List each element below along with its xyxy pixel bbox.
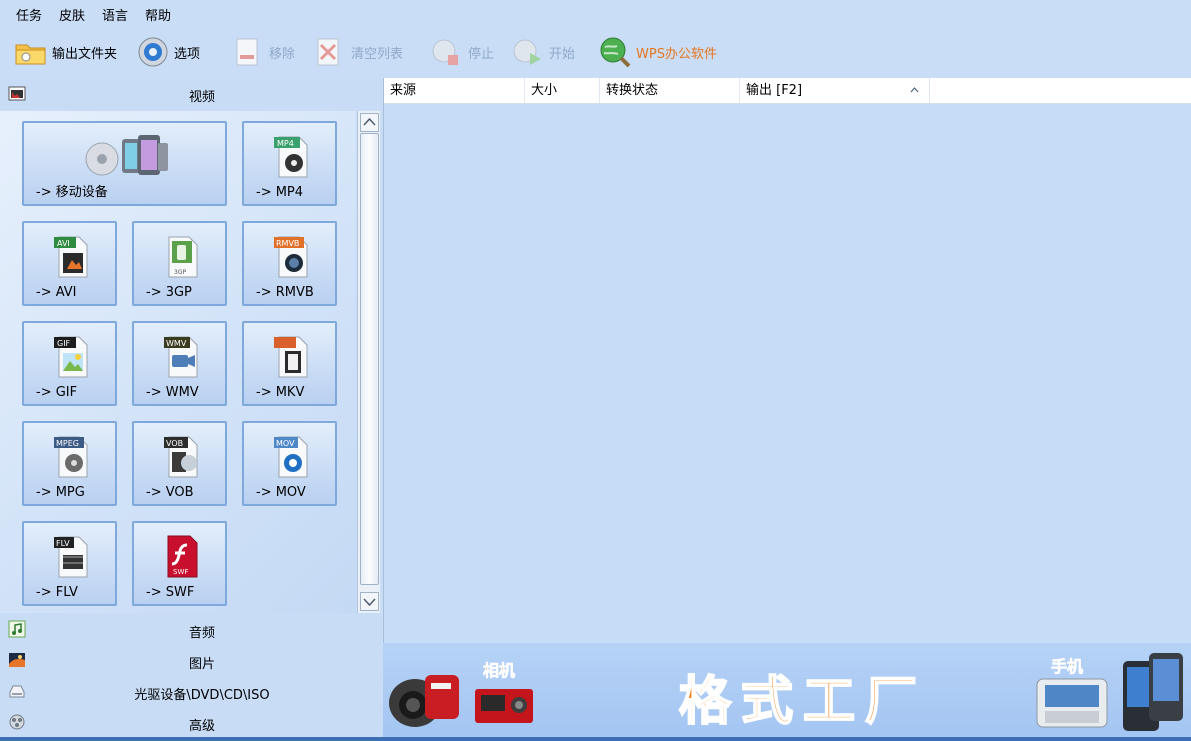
remove-icon (231, 35, 265, 69)
menu-bar: 任务 皮肤 语言 帮助 (0, 0, 1191, 26)
camcorder-icon (385, 657, 465, 737)
format-tile-gif[interactable]: GIF -> GIF (22, 321, 117, 406)
scroll-thumb[interactable] (360, 133, 379, 585)
status-bar (0, 737, 1191, 741)
format-tile-mov[interactable]: MOV -> MOV (242, 421, 337, 506)
svg-text:MP4: MP4 (277, 139, 294, 148)
toolbar: 输出文件夹 选项 移除 清空列表 停止 开始 (0, 26, 1191, 78)
app-title: 格式工厂 (679, 659, 927, 734)
rmvb-file-icon: RMVB (273, 233, 311, 279)
category-picture[interactable]: 图片 (0, 645, 380, 676)
camera-icon (473, 683, 535, 727)
video-format-grid: -> 移动设备 MP4 -> MP4 AVI -> AVI (0, 111, 356, 613)
scroll-down-arrow-icon[interactable] (360, 592, 379, 611)
menu-language[interactable]: 语言 (102, 5, 128, 24)
format-factory-banner: 相机 格式工厂 手机 (383, 643, 1191, 741)
start-button[interactable]: 开始 (511, 32, 575, 72)
wmv-file-icon: WMV (163, 333, 201, 379)
svg-text:SWF: SWF (173, 568, 188, 576)
clear-list-button[interactable]: 清空列表 (313, 32, 403, 72)
mkv-file-icon (273, 333, 311, 379)
svg-text:GIF: GIF (57, 339, 71, 348)
svg-text:3GP: 3GP (174, 269, 186, 276)
column-source[interactable]: 来源 (384, 78, 525, 103)
format-tile-3gp[interactable]: 3GP -> 3GP (132, 221, 227, 306)
start-icon (511, 35, 545, 69)
svg-text:FLV: FLV (56, 539, 70, 548)
task-table-header: 来源 大小 转换状态 输出 [F2] (384, 78, 1191, 104)
format-tile-swf[interactable]: SWF -> SWF (132, 521, 227, 606)
menu-skin[interactable]: 皮肤 (59, 5, 85, 24)
task-list-panel: 来源 大小 转换状态 输出 [F2] (383, 78, 1191, 643)
clear-list-icon (313, 35, 347, 69)
format-tile-flv[interactable]: FLV -> FLV (22, 521, 117, 606)
folder-icon (14, 35, 48, 69)
svg-text:MOV: MOV (276, 439, 295, 448)
category-disc[interactable]: 光驱设备\DVD\CD\ISO (0, 676, 380, 707)
flv-file-icon: FLV (53, 533, 91, 579)
scroll-up-arrow-icon[interactable] (360, 113, 379, 132)
mpeg-file-icon: MPEG (53, 433, 91, 479)
svg-text:WMV: WMV (166, 339, 187, 348)
stop-icon (430, 35, 464, 69)
gear-icon (136, 35, 170, 69)
svg-text:MPEG: MPEG (56, 439, 79, 448)
column-status[interactable]: 转换状态 (600, 78, 740, 103)
sort-ascending-icon (910, 87, 919, 93)
format-tile-wmv[interactable]: WMV -> WMV (132, 321, 227, 406)
menu-task[interactable]: 任务 (16, 5, 42, 24)
swf-flash-icon: SWF (163, 533, 201, 579)
format-tile-rmvb[interactable]: RMVB -> RMVB (242, 221, 337, 306)
smartphone-icon (1121, 651, 1187, 735)
output-folder-button[interactable]: 输出文件夹 (14, 32, 117, 72)
mp4-file-icon: MP4 (273, 133, 311, 179)
format-tile-vob[interactable]: VOB -> VOB (132, 421, 227, 506)
column-size[interactable]: 大小 (525, 78, 600, 103)
column-output[interactable]: 输出 [F2] (740, 78, 930, 103)
remove-button[interactable]: 移除 (231, 32, 295, 72)
stop-button[interactable]: 停止 (430, 32, 494, 72)
svg-text:VOB: VOB (166, 439, 183, 448)
wps-office-button[interactable]: WPS办公软件 (598, 32, 717, 72)
category-audio[interactable]: 音频 (0, 614, 380, 645)
format-tile-avi[interactable]: AVI -> AVI (22, 221, 117, 306)
format-tile-mp4[interactable]: MP4 -> MP4 (242, 121, 337, 206)
category-advanced[interactable]: 高级 (0, 707, 380, 738)
mov-file-icon: MOV (273, 433, 311, 479)
options-button[interactable]: 选项 (136, 32, 200, 72)
smartphone-keyboard-icon (1033, 673, 1113, 733)
avi-file-icon: AVI (53, 233, 91, 279)
globe-search-icon (598, 35, 632, 69)
format-tile-mpg[interactable]: MPEG -> MPG (22, 421, 117, 506)
menu-help[interactable]: 帮助 (145, 5, 171, 24)
format-tile-mkv[interactable]: -> MKV (242, 321, 337, 406)
gif-file-icon: GIF (53, 333, 91, 379)
format-grid-scrollbar[interactable] (357, 111, 380, 613)
format-tile-mobile[interactable]: -> 移动设备 (22, 121, 227, 206)
category-panel: 视频 -> 移动设备 MP4 -> MP4 (0, 78, 382, 741)
svg-text:AVI: AVI (57, 239, 70, 248)
svg-text:RMVB: RMVB (276, 239, 299, 248)
mobile-devices-icon (84, 131, 170, 181)
category-video[interactable]: 视频 (0, 78, 380, 109)
vob-file-icon: VOB (163, 433, 201, 479)
3gp-file-icon: 3GP (163, 233, 201, 279)
